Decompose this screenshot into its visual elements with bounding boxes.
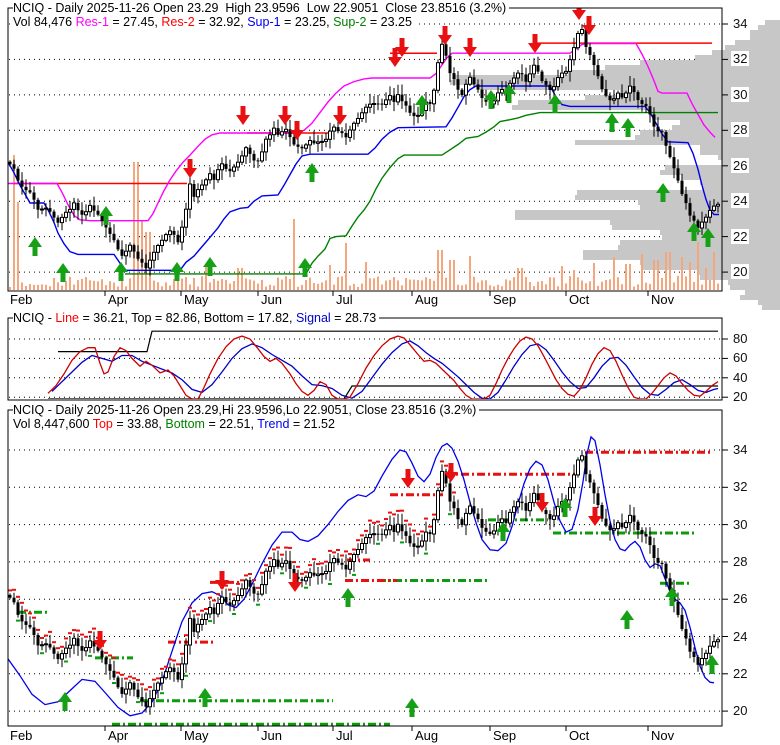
sell-arrow-icon (582, 16, 596, 35)
charting-app-window: NCIQ - Daily 2025-11-26 Open 23.29 High … (0, 0, 780, 745)
sell-arrow-icon (588, 507, 602, 526)
chart-canvas[interactable] (0, 0, 780, 745)
panel-oscillator (7, 317, 728, 401)
sell-arrow-icon (528, 34, 542, 53)
sell-arrow-icon (183, 159, 197, 178)
buy-arrow-icon (28, 237, 42, 256)
buy-arrow-icon (620, 610, 634, 629)
osc-bottom-channel (48, 385, 718, 399)
panel-price-levels (7, 7, 780, 310)
sell-arrow-icon (463, 38, 477, 57)
buy-arrow-icon (198, 688, 212, 707)
sell-arrow-icon (93, 631, 107, 650)
panel-price-trend (7, 409, 728, 731)
sell-arrow-icon (333, 106, 347, 125)
candles-bottom (8, 450, 720, 715)
buy-arrow-icon (605, 113, 619, 132)
buy-arrow-icon (99, 206, 113, 225)
buy-arrow-icon (341, 588, 355, 607)
sell-arrow-icon (215, 571, 229, 590)
buy-arrow-icon (114, 262, 128, 281)
sell-arrow-icon (438, 26, 452, 45)
buy-arrow-icon (415, 95, 429, 114)
sell-arrow-icon (401, 469, 415, 488)
sell-arrow-icon (572, 8, 586, 20)
buy-arrow-icon (621, 118, 635, 137)
sell-arrow-icon (236, 106, 250, 125)
buy-arrow-icon (405, 698, 419, 717)
sell-arrow-icon (290, 121, 304, 140)
candles-top (8, 24, 720, 276)
osc-signal-line (51, 340, 719, 399)
buy-arrow-icon (170, 262, 184, 281)
buy-arrow-icon (58, 692, 72, 711)
buy-arrow-icon (305, 163, 319, 182)
buy-arrow-icon (56, 263, 70, 282)
